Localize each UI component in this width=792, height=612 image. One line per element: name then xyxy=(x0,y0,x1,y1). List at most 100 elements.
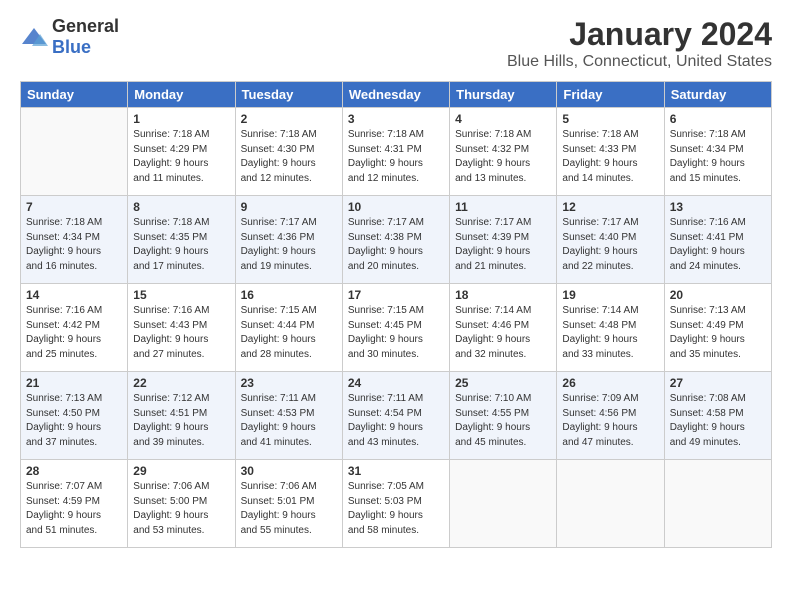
calendar-cell: 9Sunrise: 7:17 AMSunset: 4:36 PMDaylight… xyxy=(235,196,342,284)
calendar-cell: 27Sunrise: 7:08 AMSunset: 4:58 PMDayligh… xyxy=(664,372,771,460)
day-number: 19 xyxy=(562,288,658,302)
weekday-header-friday: Friday xyxy=(557,82,664,108)
day-info: Sunrise: 7:13 AMSunset: 4:49 PMDaylight:… xyxy=(670,304,766,362)
calendar-week-row: 28 Sunrise: 7:07 AMSunset: 4:59 PMDayligh… xyxy=(21,460,772,548)
day-info: Sunrise: 7:17 AMSunset: 4:39 PMDaylight:… xyxy=(455,216,551,274)
day-number: 30 xyxy=(241,464,337,478)
day-info: Sunrise: 7:18 AMSunset: 4:29 PMDaylight:… xyxy=(133,128,229,186)
day-info: Sunrise: 7:09 AMSunset: 4:56 PMDaylight:… xyxy=(562,392,658,450)
calendar-cell: 3 Sunrise: 7:18 AMSunset: 4:31 PMDaylight… xyxy=(342,108,449,196)
day-info: Sunrise: 7:11 AMSunset: 4:54 PMDaylight:… xyxy=(348,392,444,450)
calendar-cell xyxy=(450,460,557,548)
day-info: Sunrise: 7:18 AMSunset: 4:32 PMDaylight:… xyxy=(455,128,551,186)
calendar-cell: 6 Sunrise: 7:18 AMSunset: 4:34 PMDaylight… xyxy=(664,108,771,196)
day-number: 5 xyxy=(562,112,658,126)
calendar-cell: 21 Sunrise: 7:13 AMSunset: 4:50 PMDayligh… xyxy=(21,372,128,460)
day-number: 18 xyxy=(455,288,551,302)
day-number: 9 xyxy=(241,200,337,214)
logo-icon xyxy=(20,26,48,48)
day-info: Sunrise: 7:10 AMSunset: 4:55 PMDaylight:… xyxy=(455,392,551,450)
weekday-header-tuesday: Tuesday xyxy=(235,82,342,108)
logo: General Blue xyxy=(20,16,119,58)
day-number: 6 xyxy=(670,112,766,126)
header: General Blue January 2024 Blue Hills, Co… xyxy=(20,16,772,71)
day-info: Sunrise: 7:16 AMSunset: 4:42 PMDaylight:… xyxy=(26,304,122,362)
day-number: 22 xyxy=(133,376,229,390)
day-info: Sunrise: 7:15 AMSunset: 4:44 PMDaylight:… xyxy=(241,304,337,362)
day-info: Sunrise: 7:18 AMSunset: 4:34 PMDaylight:… xyxy=(26,216,122,274)
day-number: 17 xyxy=(348,288,444,302)
weekday-header-thursday: Thursday xyxy=(450,82,557,108)
calendar-table: SundayMondayTuesdayWednesdayThursdayFrid… xyxy=(20,81,772,548)
calendar-cell: 16 Sunrise: 7:15 AMSunset: 4:44 PMDayligh… xyxy=(235,284,342,372)
calendar-week-row: 1Sunrise: 7:18 AMSunset: 4:29 PMDaylight… xyxy=(21,108,772,196)
day-info: Sunrise: 7:05 AMSunset: 5:03 PMDaylight:… xyxy=(348,480,444,538)
day-number: 16 xyxy=(241,288,337,302)
day-number: 31 xyxy=(348,464,444,478)
calendar-cell: 23 Sunrise: 7:11 AMSunset: 4:53 PMDayligh… xyxy=(235,372,342,460)
calendar-cell: 13Sunrise: 7:16 AMSunset: 4:41 PMDayligh… xyxy=(664,196,771,284)
calendar-cell: 7 Sunrise: 7:18 AMSunset: 4:34 PMDaylight… xyxy=(21,196,128,284)
day-number: 2 xyxy=(241,112,337,126)
day-number: 28 xyxy=(26,464,122,478)
calendar-cell: 10Sunrise: 7:17 AMSunset: 4:38 PMDayligh… xyxy=(342,196,449,284)
day-number: 23 xyxy=(241,376,337,390)
day-info: Sunrise: 7:18 AMSunset: 4:30 PMDaylight:… xyxy=(241,128,337,186)
logo-blue: Blue xyxy=(52,37,91,57)
day-info: Sunrise: 7:18 AMSunset: 4:35 PMDaylight:… xyxy=(133,216,229,274)
calendar-cell: 1Sunrise: 7:18 AMSunset: 4:29 PMDaylight… xyxy=(128,108,235,196)
weekday-header-saturday: Saturday xyxy=(664,82,771,108)
day-info: Sunrise: 7:16 AMSunset: 4:41 PMDaylight:… xyxy=(670,216,766,274)
calendar-cell: 20 Sunrise: 7:13 AMSunset: 4:49 PMDayligh… xyxy=(664,284,771,372)
day-number: 12 xyxy=(562,200,658,214)
day-info: Sunrise: 7:15 AMSunset: 4:45 PMDaylight:… xyxy=(348,304,444,362)
day-number: 11 xyxy=(455,200,551,214)
page-container: General Blue January 2024 Blue Hills, Co… xyxy=(0,0,792,558)
day-info: Sunrise: 7:17 AMSunset: 4:40 PMDaylight:… xyxy=(562,216,658,274)
calendar-cell: 4Sunrise: 7:18 AMSunset: 4:32 PMDaylight… xyxy=(450,108,557,196)
calendar-cell: 5 Sunrise: 7:18 AMSunset: 4:33 PMDaylight… xyxy=(557,108,664,196)
title-block: January 2024 Blue Hills, Connecticut, Un… xyxy=(507,16,772,71)
calendar-cell: 18Sunrise: 7:14 AMSunset: 4:46 PMDayligh… xyxy=(450,284,557,372)
logo-general: General xyxy=(52,16,119,36)
day-info: Sunrise: 7:13 AMSunset: 4:50 PMDaylight:… xyxy=(26,392,122,450)
day-info: Sunrise: 7:11 AMSunset: 4:53 PMDaylight:… xyxy=(241,392,337,450)
day-number: 26 xyxy=(562,376,658,390)
day-info: Sunrise: 7:18 AMSunset: 4:33 PMDaylight:… xyxy=(562,128,658,186)
day-number: 7 xyxy=(26,200,122,214)
weekday-header-sunday: Sunday xyxy=(21,82,128,108)
day-number: 20 xyxy=(670,288,766,302)
calendar-cell xyxy=(664,460,771,548)
calendar-cell: 30Sunrise: 7:06 AMSunset: 5:01 PMDayligh… xyxy=(235,460,342,548)
calendar-cell: 29Sunrise: 7:06 AMSunset: 5:00 PMDayligh… xyxy=(128,460,235,548)
calendar-cell: 24 Sunrise: 7:11 AMSunset: 4:54 PMDayligh… xyxy=(342,372,449,460)
location-title: Blue Hills, Connecticut, United States xyxy=(507,53,772,71)
day-number: 25 xyxy=(455,376,551,390)
day-info: Sunrise: 7:07 AMSunset: 4:59 PMDaylight:… xyxy=(26,480,122,538)
day-info: Sunrise: 7:18 AMSunset: 4:31 PMDaylight:… xyxy=(348,128,444,186)
calendar-cell: 28 Sunrise: 7:07 AMSunset: 4:59 PMDayligh… xyxy=(21,460,128,548)
day-number: 24 xyxy=(348,376,444,390)
calendar-cell: 8 Sunrise: 7:18 AMSunset: 4:35 PMDaylight… xyxy=(128,196,235,284)
day-number: 15 xyxy=(133,288,229,302)
calendar-cell: 25 Sunrise: 7:10 AMSunset: 4:55 PMDayligh… xyxy=(450,372,557,460)
calendar-header-row: SundayMondayTuesdayWednesdayThursdayFrid… xyxy=(21,82,772,108)
day-number: 29 xyxy=(133,464,229,478)
day-number: 3 xyxy=(348,112,444,126)
logo-text: General Blue xyxy=(52,16,119,58)
weekday-header-monday: Monday xyxy=(128,82,235,108)
calendar-cell: 2 Sunrise: 7:18 AMSunset: 4:30 PMDaylight… xyxy=(235,108,342,196)
calendar-cell: 17 Sunrise: 7:15 AMSunset: 4:45 PMDayligh… xyxy=(342,284,449,372)
day-number: 10 xyxy=(348,200,444,214)
calendar-cell: 22 Sunrise: 7:12 AMSunset: 4:51 PMDayligh… xyxy=(128,372,235,460)
day-number: 27 xyxy=(670,376,766,390)
day-info: Sunrise: 7:18 AMSunset: 4:34 PMDaylight:… xyxy=(670,128,766,186)
day-info: Sunrise: 7:14 AMSunset: 4:48 PMDaylight:… xyxy=(562,304,658,362)
day-info: Sunrise: 7:12 AMSunset: 4:51 PMDaylight:… xyxy=(133,392,229,450)
day-number: 8 xyxy=(133,200,229,214)
calendar-cell: 12 Sunrise: 7:17 AMSunset: 4:40 PMDayligh… xyxy=(557,196,664,284)
day-number: 21 xyxy=(26,376,122,390)
calendar-cell: 15Sunrise: 7:16 AMSunset: 4:43 PMDayligh… xyxy=(128,284,235,372)
day-number: 14 xyxy=(26,288,122,302)
calendar-week-row: 14 Sunrise: 7:16 AMSunset: 4:42 PMDayligh… xyxy=(21,284,772,372)
